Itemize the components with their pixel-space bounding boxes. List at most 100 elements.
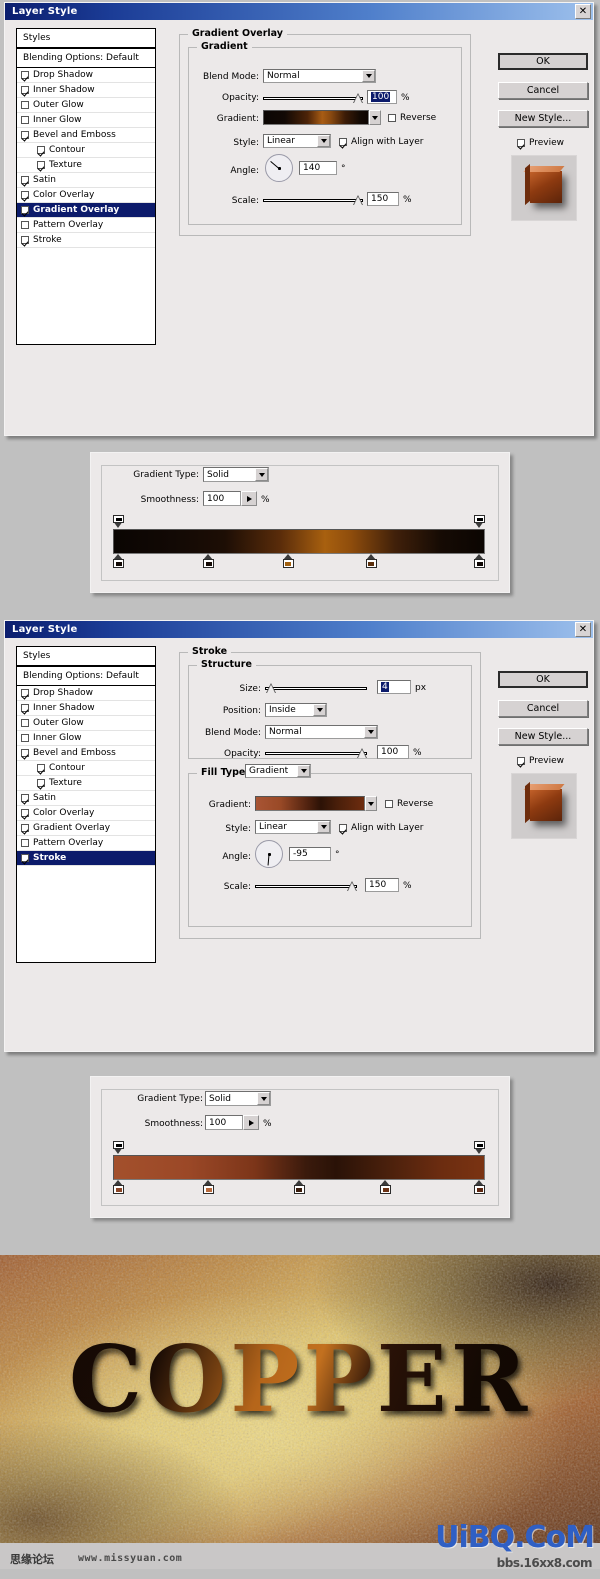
opacity-slider[interactable] (263, 92, 363, 104)
style-effect-item[interactable]: Color Overlay (17, 188, 155, 203)
chevron-down-icon[interactable] (317, 821, 330, 833)
close-icon[interactable]: ✕ (575, 4, 591, 19)
angle-input[interactable]: -95 (289, 847, 331, 861)
opacity-slider[interactable] (265, 747, 367, 759)
checkbox-icon[interactable] (21, 116, 29, 124)
checkbox-icon[interactable] (21, 854, 29, 862)
checkbox-icon[interactable] (517, 757, 525, 765)
checkbox-icon[interactable] (21, 839, 29, 847)
scale-input[interactable]: 150 (367, 192, 399, 206)
style-effect-item[interactable]: Texture (17, 158, 155, 173)
color-stops-2[interactable] (113, 1180, 485, 1196)
gradient-editor-panel-1[interactable]: Gradient Type: Solid Smoothness: 100 % (90, 452, 510, 593)
style-effect-item[interactable]: Satin (17, 791, 155, 806)
blend-mode-select[interactable]: Normal (263, 69, 376, 83)
opacity-input[interactable]: 100 (377, 745, 409, 759)
chevron-down-icon[interactable] (364, 726, 377, 738)
gradient-ramp-1[interactable] (113, 529, 485, 554)
smoothness-input[interactable]: 100 (205, 1115, 243, 1130)
checkbox-icon[interactable] (21, 704, 29, 712)
position-select[interactable]: Inside (265, 703, 327, 717)
checkbox-icon[interactable] (385, 800, 393, 808)
color-stop-handle[interactable] (203, 1180, 215, 1194)
color-stop-handle[interactable] (203, 554, 215, 568)
style-effect-item[interactable]: Bevel and Emboss (17, 128, 155, 143)
style-effect-item[interactable]: Pattern Overlay (17, 218, 155, 233)
checkbox-icon[interactable] (21, 131, 29, 139)
checkbox-icon[interactable] (21, 86, 29, 94)
align-with-layer-checkbox[interactable]: Align with Layer (339, 137, 423, 147)
new-style-button[interactable]: New Style... (498, 110, 588, 127)
checkbox-icon[interactable] (21, 809, 29, 817)
checkbox-icon[interactable] (21, 176, 29, 184)
reverse-checkbox[interactable]: Reverse (388, 113, 436, 123)
style-effect-item[interactable]: Inner Shadow (17, 83, 155, 98)
style-select[interactable]: Linear (263, 134, 331, 148)
checkbox-icon[interactable] (388, 114, 396, 122)
cancel-button[interactable]: Cancel (498, 82, 588, 99)
size-slider[interactable] (265, 682, 367, 694)
scale-slider[interactable] (263, 194, 363, 206)
checkbox-icon[interactable] (21, 824, 29, 832)
checkbox-icon[interactable] (21, 191, 29, 199)
smoothness-input[interactable]: 100 (203, 491, 241, 506)
color-stops-1[interactable] (113, 554, 485, 570)
opacity-stop-handle[interactable] (113, 1141, 124, 1154)
checkbox-icon[interactable] (21, 719, 29, 727)
checkbox-icon[interactable] (21, 236, 29, 244)
style-effect-item[interactable]: Stroke (17, 233, 155, 248)
style-effect-item[interactable]: Drop Shadow (17, 686, 155, 701)
style-select[interactable]: Linear (255, 820, 331, 834)
opacity-stops-2[interactable] (113, 1141, 485, 1155)
color-stop-handle[interactable] (282, 554, 294, 568)
style-effect-item[interactable]: Drop Shadow (17, 68, 155, 83)
scale-slider[interactable] (255, 880, 357, 892)
checkbox-icon[interactable] (339, 824, 347, 832)
checkbox-icon[interactable] (21, 794, 29, 802)
style-effect-item[interactable]: Texture (17, 776, 155, 791)
opacity-stop-handle[interactable] (474, 515, 485, 528)
chevron-down-icon[interactable] (255, 468, 268, 481)
styles-panel[interactable]: Styles Blending Options: Default Drop Sh… (16, 646, 156, 963)
new-style-button[interactable]: New Style... (498, 728, 588, 745)
opacity-stops-1[interactable] (113, 515, 485, 529)
style-effect-item[interactable]: Gradient Overlay (17, 821, 155, 836)
checkbox-icon[interactable] (37, 161, 45, 169)
smoothness-stepper-icon[interactable] (241, 491, 257, 506)
style-effect-item[interactable]: Color Overlay (17, 806, 155, 821)
scale-input[interactable]: 150 (365, 878, 399, 892)
blending-options-item[interactable]: Blending Options: Default (17, 49, 155, 68)
fill-type-select[interactable]: Gradient (245, 764, 311, 778)
style-effect-item[interactable]: Outer Glow (17, 716, 155, 731)
gradient-type-select[interactable]: Solid (205, 1091, 271, 1106)
gradient-picker-chevron-icon[interactable] (369, 110, 381, 125)
style-effect-item[interactable]: Inner Glow (17, 113, 155, 128)
gradient-type-select[interactable]: Solid (203, 467, 269, 482)
gradient-picker-chevron-icon[interactable] (365, 796, 377, 811)
styles-panel[interactable]: Styles Blending Options: Default Drop Sh… (16, 28, 156, 345)
checkbox-icon[interactable] (21, 71, 29, 79)
align-with-layer-checkbox[interactable]: Align with Layer (339, 823, 423, 833)
ok-button[interactable]: OK (498, 671, 588, 688)
reverse-checkbox[interactable]: Reverse (385, 799, 433, 809)
smoothness-stepper-icon[interactable] (243, 1115, 259, 1130)
checkbox-icon[interactable] (21, 734, 29, 742)
checkbox-icon[interactable] (21, 101, 29, 109)
layer-style-dialog-gradient-overlay[interactable]: Layer Style ✕ Styles Blending Options: D… (4, 2, 594, 436)
color-stop-handle[interactable] (113, 1180, 124, 1194)
style-effect-item[interactable]: Pattern Overlay (17, 836, 155, 851)
checkbox-icon[interactable] (37, 779, 45, 787)
style-effect-item[interactable]: Bevel and Emboss (17, 746, 155, 761)
layer-style-dialog-stroke[interactable]: Layer Style ✕ Styles Blending Options: D… (4, 620, 594, 1052)
angle-input[interactable]: 140 (299, 161, 337, 175)
dialog-titlebar[interactable]: Layer Style ✕ (5, 3, 593, 20)
color-stop-handle[interactable] (474, 554, 485, 568)
color-stop-handle[interactable] (293, 1180, 305, 1194)
checkbox-icon[interactable] (517, 139, 525, 147)
checkbox-icon[interactable] (37, 146, 45, 154)
style-effect-item[interactable]: Contour (17, 761, 155, 776)
gradient-preview-swatch[interactable] (255, 796, 365, 811)
slider-knob[interactable] (266, 683, 276, 693)
styles-effect-list[interactable]: Drop Shadow Inner Shadow Outer Glow Inner G… (17, 686, 155, 866)
style-effect-item[interactable]: Outer Glow (17, 98, 155, 113)
